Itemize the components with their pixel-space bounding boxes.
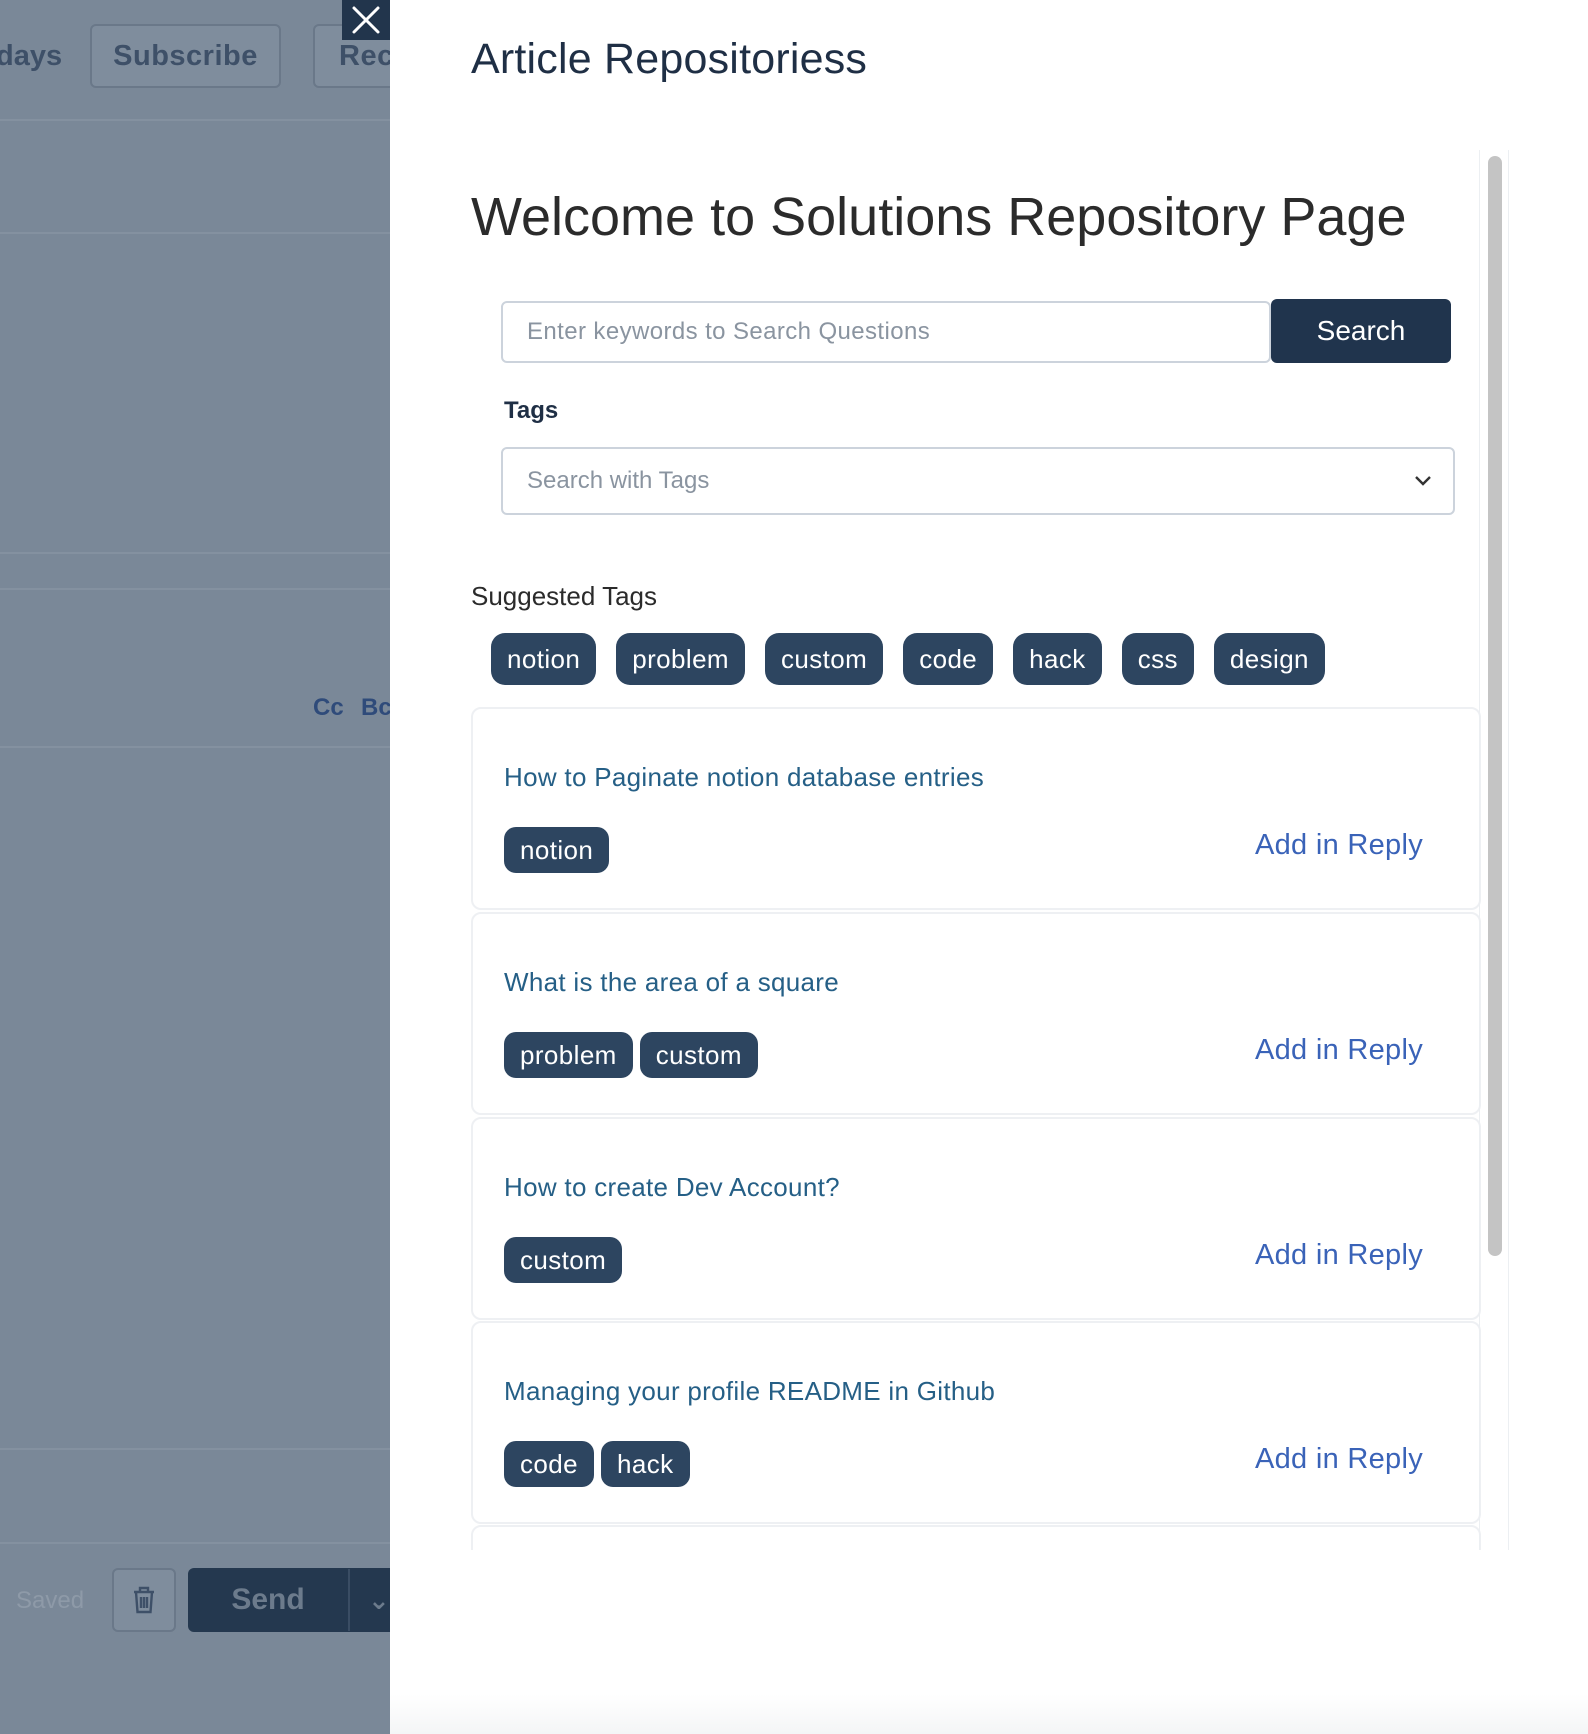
article-tag: code xyxy=(504,1441,594,1487)
article-question[interactable]: How to Paginate notion database entries xyxy=(504,762,984,793)
scrollbar-thumb[interactable] xyxy=(1488,156,1502,1256)
suggested-tag[interactable]: custom xyxy=(764,633,884,685)
bg-row-3 xyxy=(0,554,390,590)
bg-row-4 xyxy=(0,590,390,748)
tags-label: Tags xyxy=(504,397,559,424)
article-card-partial xyxy=(471,1525,1481,1550)
article-tags: notion xyxy=(504,827,610,873)
suggested-tag[interactable]: css xyxy=(1121,633,1194,685)
bg-cc-link: Cc xyxy=(313,694,344,721)
search-input[interactable] xyxy=(501,301,1271,363)
article-tag: problem xyxy=(504,1032,633,1078)
bg-trash-button xyxy=(112,1568,176,1632)
article-card: How to create Dev Account? custom Add in… xyxy=(471,1117,1481,1320)
drawer-footer xyxy=(390,1694,1588,1734)
close-icon xyxy=(352,6,380,34)
article-tags: code hack xyxy=(504,1441,690,1487)
welcome-heading: Welcome to Solutions Repository Page xyxy=(471,187,1407,247)
scrollbar-track[interactable] xyxy=(1479,150,1509,1550)
article-card: What is the area of a square problem cus… xyxy=(471,912,1481,1115)
add-in-reply-link[interactable]: Add in Reply xyxy=(1255,1034,1423,1067)
article-tag: notion xyxy=(504,827,610,873)
article-tags: problem custom xyxy=(504,1032,758,1078)
article-tag: custom xyxy=(639,1032,758,1078)
bg-subscribe-button: Subscribe xyxy=(90,24,281,88)
close-drawer-button[interactable] xyxy=(342,0,390,40)
bg-editor xyxy=(0,748,390,1450)
article-card: How to Paginate notion database entries … xyxy=(471,707,1481,910)
chevron-down-icon: ⌄ xyxy=(368,1584,390,1615)
article-card: Managing your profile README in Github c… xyxy=(471,1321,1481,1524)
suggested-tags-label: Suggested Tags xyxy=(471,581,657,611)
article-repository-drawer: Article Repositoriess Welcome to Solutio… xyxy=(390,0,1588,1734)
bg-row-2 xyxy=(0,234,390,554)
add-in-reply-link[interactable]: Add in Reply xyxy=(1255,829,1423,862)
drawer-scroll-content[interactable]: Welcome to Solutions Repository Page Sea… xyxy=(471,150,1501,1550)
article-question[interactable]: What is the area of a square xyxy=(504,967,839,998)
bg-send-button: Send ⌄ xyxy=(188,1568,390,1632)
search-button[interactable]: Search xyxy=(1271,299,1451,363)
drawer-title: Article Repositoriess xyxy=(471,35,868,83)
article-tag: custom xyxy=(504,1237,623,1283)
bg-send-label: Send xyxy=(231,1583,305,1616)
article-question[interactable]: How to create Dev Account? xyxy=(504,1172,840,1203)
suggested-tags-list: notion problem custom code hack css desi… xyxy=(491,633,1325,685)
bg-saved-status: Saved xyxy=(16,1587,85,1614)
add-in-reply-link[interactable]: Add in Reply xyxy=(1255,1239,1423,1272)
chevron-down-icon xyxy=(1415,476,1431,486)
article-tags: custom xyxy=(504,1237,623,1283)
bg-bcc-link: Bc xyxy=(361,694,390,721)
bg-days-text: days xyxy=(0,40,63,72)
article-question[interactable]: Managing your profile README in Github xyxy=(504,1376,995,1407)
bg-row-1 xyxy=(0,121,390,234)
bg-row-5 xyxy=(0,1450,390,1544)
background-app: days Subscribe Rec Cc Bc Saved Send ⌄ xyxy=(0,0,390,1734)
article-tag: hack xyxy=(600,1441,690,1487)
suggested-tag[interactable]: hack xyxy=(1013,633,1102,685)
tags-select-placeholder: Search with Tags xyxy=(527,467,710,494)
suggested-tag[interactable]: problem xyxy=(616,633,745,685)
trash-icon xyxy=(134,1586,154,1614)
suggested-tag[interactable]: code xyxy=(903,633,994,685)
tags-select[interactable]: Search with Tags xyxy=(501,447,1455,515)
suggested-tag[interactable]: notion xyxy=(491,633,597,685)
add-in-reply-link[interactable]: Add in Reply xyxy=(1255,1443,1423,1476)
suggested-tag[interactable]: design xyxy=(1213,633,1325,685)
